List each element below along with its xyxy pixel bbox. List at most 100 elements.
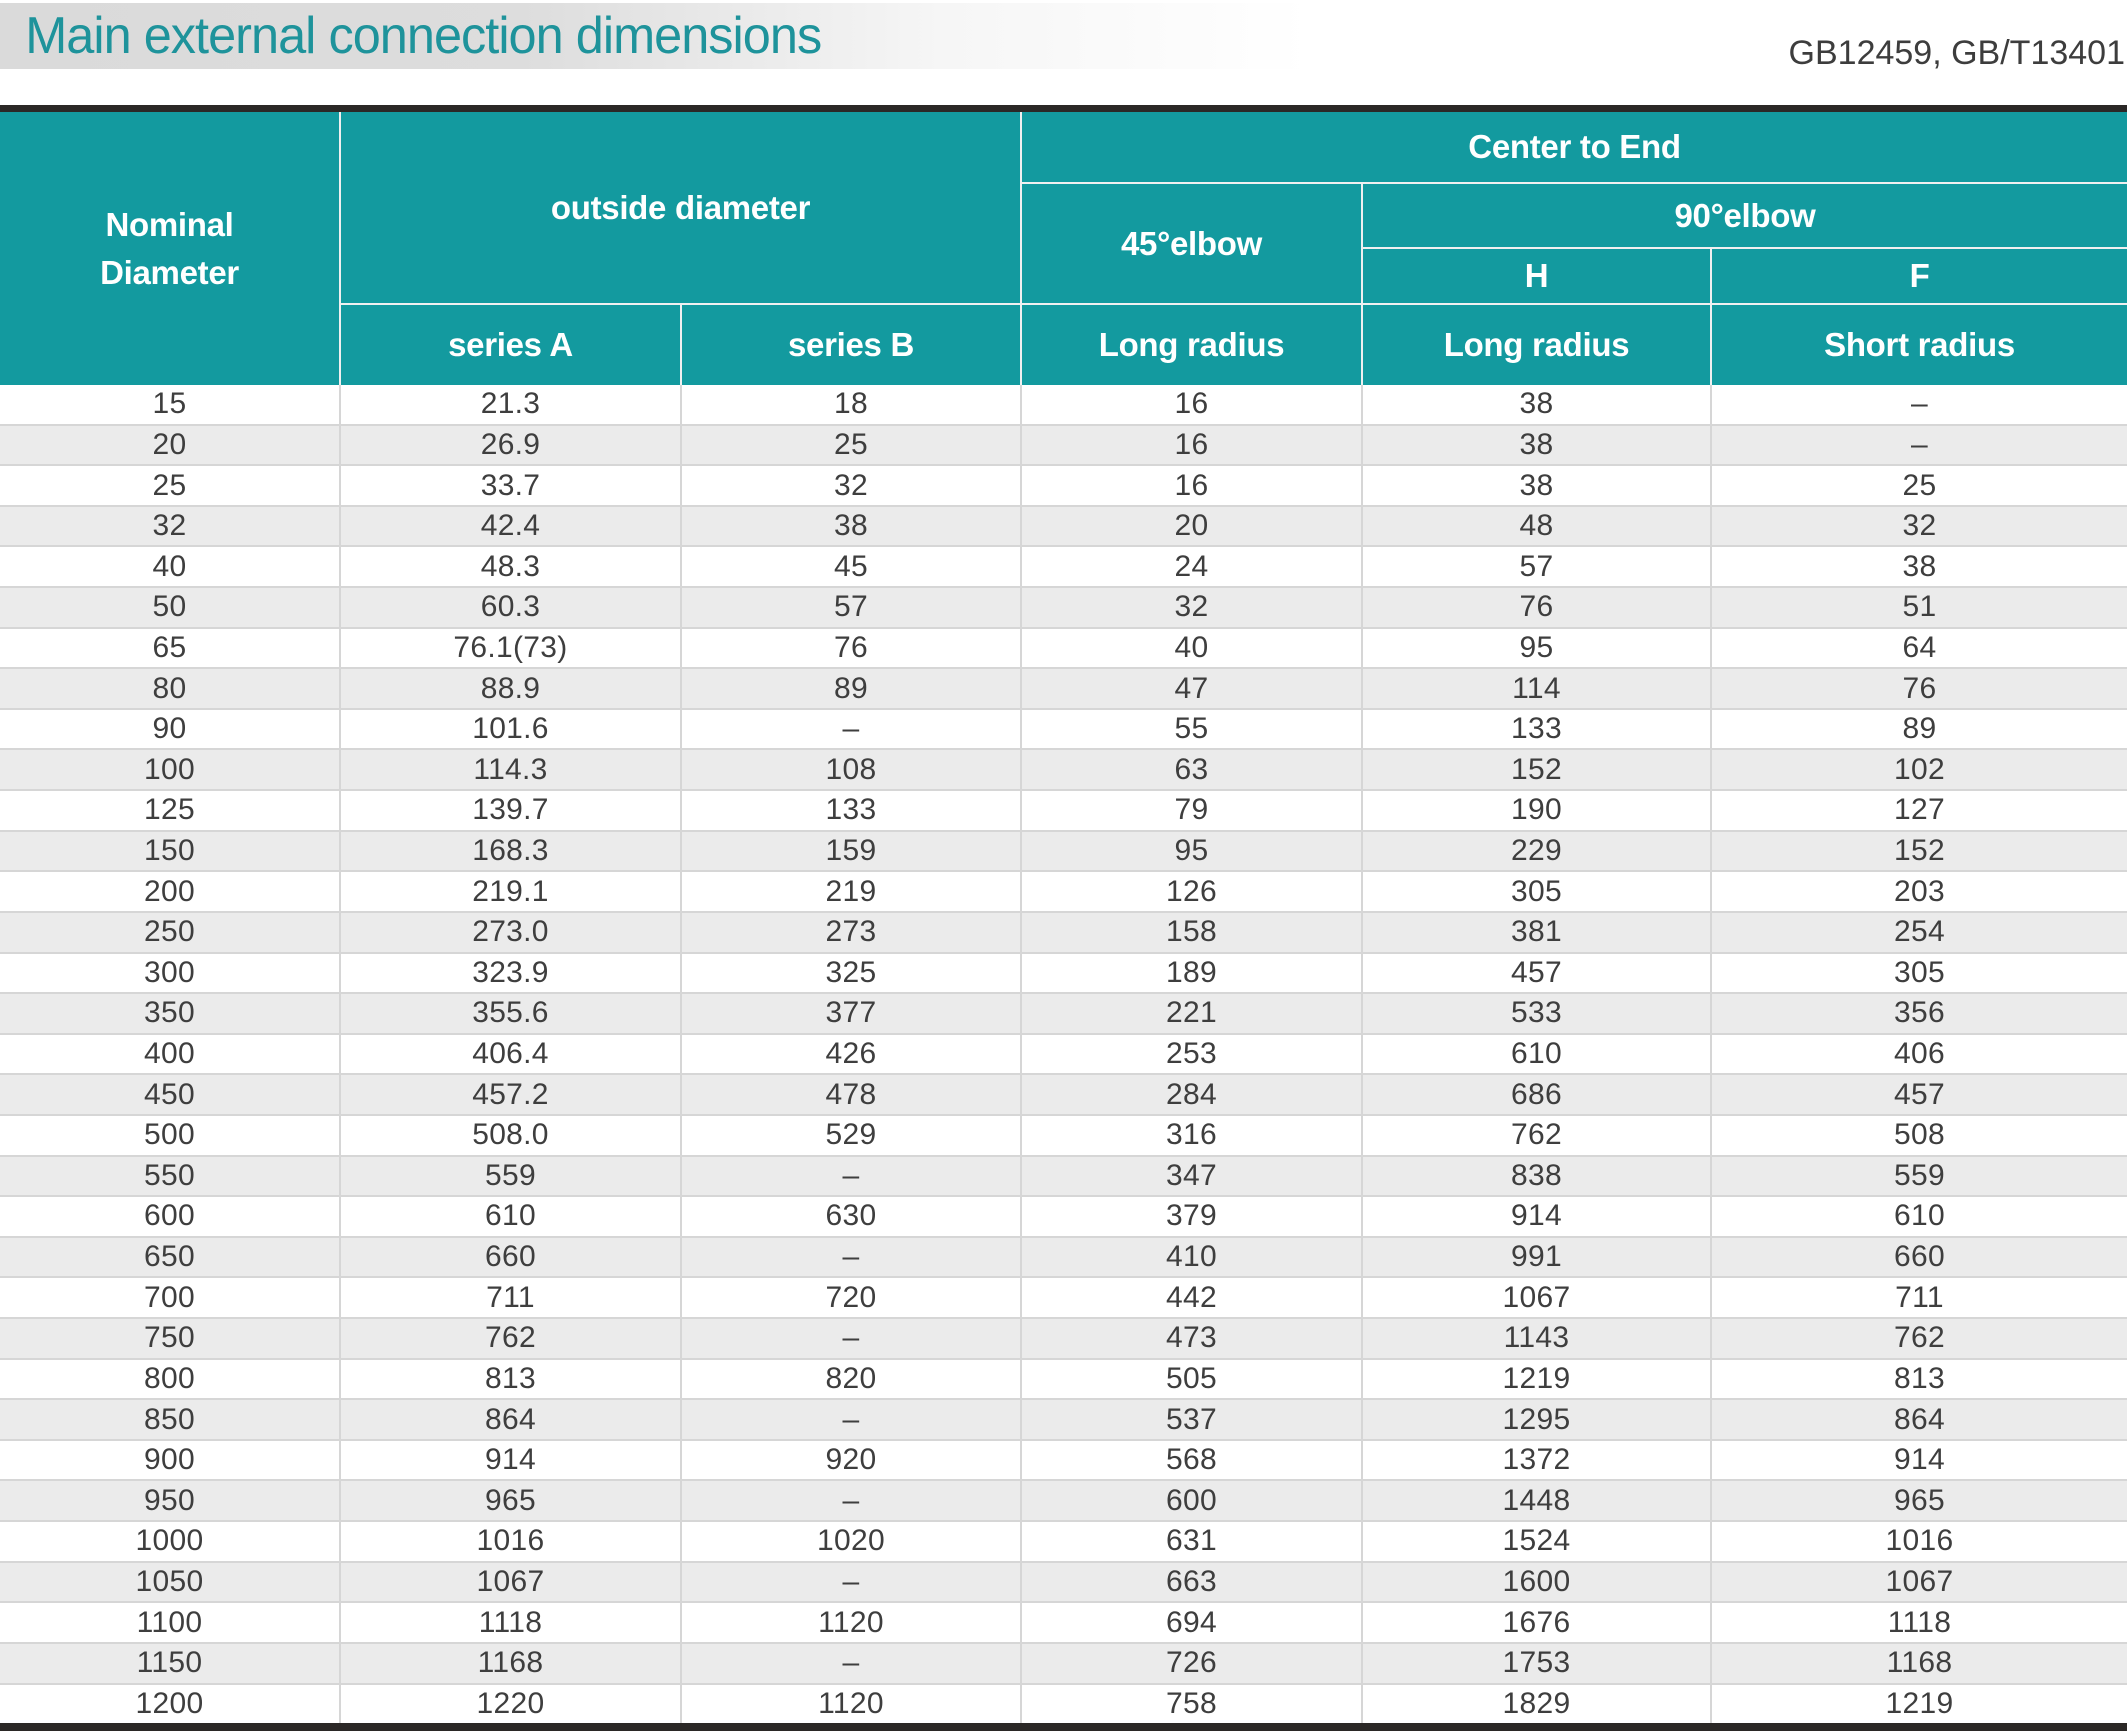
table-row: 5060.357327651 [0, 588, 2127, 629]
table-cell: 254 [1712, 913, 2127, 952]
table-cell: 559 [341, 1157, 682, 1196]
table-cell: 720 [682, 1278, 1022, 1317]
table-cell: 95 [1022, 832, 1363, 871]
table-cell: 750 [0, 1319, 341, 1358]
table-cell: 100 [0, 750, 341, 789]
table-cell: 47 [1022, 669, 1363, 708]
table-cell: 900 [0, 1441, 341, 1480]
table-cell: 965 [1712, 1481, 2127, 1520]
table-row: 250273.0273158381254 [0, 913, 2127, 954]
table-cell: 95 [1363, 629, 1712, 668]
table-cell: 24 [1022, 547, 1363, 586]
table-cell: 1020 [682, 1522, 1022, 1561]
table-cell: 40 [0, 547, 341, 586]
table-cell: 686 [1363, 1075, 1712, 1114]
table-row: 11001118112069416761118 [0, 1603, 2127, 1644]
table-cell: 114.3 [341, 750, 682, 789]
table-cell: 102 [1712, 750, 2127, 789]
table-cell: 1219 [1363, 1360, 1712, 1399]
table-row: 2533.732163825 [0, 466, 2127, 507]
table-cell: 65 [0, 629, 341, 668]
table-row: 200219.1219126305203 [0, 872, 2127, 913]
table-cell: 426 [682, 1035, 1022, 1074]
table-cell: 762 [341, 1319, 682, 1358]
table-cell: 101.6 [341, 710, 682, 749]
table-cell: 21.3 [341, 385, 682, 424]
table-cell: 1753 [1363, 1644, 1712, 1683]
table-cell: 38 [1712, 547, 2127, 586]
table-cell: 700 [0, 1278, 341, 1317]
table-cell: 1016 [1712, 1522, 2127, 1561]
table-cell: 650 [0, 1238, 341, 1277]
table-row: 12001220112075818291219 [0, 1685, 2127, 1724]
table-cell: 88.9 [341, 669, 682, 708]
table-cell: 33.7 [341, 466, 682, 505]
table-cell: 1118 [341, 1603, 682, 1642]
table-cell: 1829 [1363, 1685, 1712, 1724]
table-cell: 1067 [341, 1563, 682, 1602]
table-cell: 529 [682, 1116, 1022, 1155]
table-cell: 79 [1022, 791, 1363, 830]
table-cell: 711 [341, 1278, 682, 1317]
table-cell: 1000 [0, 1522, 341, 1561]
table-cell: 76 [1712, 669, 2127, 708]
table-cell: 400 [0, 1035, 341, 1074]
table-row: 850864–5371295864 [0, 1400, 2127, 1441]
table-cell: 1168 [1712, 1644, 2127, 1683]
table-cell: 20 [0, 426, 341, 465]
table-cell: 108 [682, 750, 1022, 789]
table-cell: 914 [1363, 1197, 1712, 1236]
table-cell: 537 [1022, 1400, 1363, 1439]
table-cell: 965 [341, 1481, 682, 1520]
table-cell: 347 [1022, 1157, 1363, 1196]
table-row: 350355.6377221533356 [0, 994, 2127, 1035]
table-cell: 457 [1363, 954, 1712, 993]
table-cell: 42.4 [341, 507, 682, 546]
table-cell: 600 [1022, 1481, 1363, 1520]
table-row: 400406.4426253610406 [0, 1035, 2127, 1076]
table-cell: 80 [0, 669, 341, 708]
table-cell: – [682, 1644, 1022, 1683]
table-cell: 508 [1712, 1116, 2127, 1155]
table-cell: 57 [682, 588, 1022, 627]
header-45-elbow: 45°elbow [1022, 184, 1363, 305]
table-cell: 152 [1712, 832, 2127, 871]
table-cell: 89 [1712, 710, 2127, 749]
table-cell: – [682, 1481, 1022, 1520]
table-cell: 38 [1363, 466, 1712, 505]
table-cell: 350 [0, 994, 341, 1033]
table-cell: 325 [682, 954, 1022, 993]
table-cell: 533 [1363, 994, 1712, 1033]
table-cell: 126 [1022, 872, 1363, 911]
table-row: 9009149205681372914 [0, 1441, 2127, 1482]
table-cell: 505 [1022, 1360, 1363, 1399]
table-row: 300323.9325189457305 [0, 954, 2127, 995]
table-cell: 406 [1712, 1035, 2127, 1074]
table-row: 8008138205051219813 [0, 1360, 2127, 1401]
table-cell: 864 [1712, 1400, 2127, 1439]
table-cell: 1100 [0, 1603, 341, 1642]
table-row: 100114.310863152102 [0, 750, 2127, 791]
table-cell: 1676 [1363, 1603, 1712, 1642]
table-cell: 508.0 [341, 1116, 682, 1155]
table-cell: 38 [1363, 426, 1712, 465]
table-row: 650660–410991660 [0, 1238, 2127, 1279]
table-row: 10501067–66316001067 [0, 1563, 2127, 1604]
table-cell: 139.7 [341, 791, 682, 830]
table-cell: 762 [1712, 1319, 2127, 1358]
table-cell: 38 [1363, 385, 1712, 424]
table-cell: 550 [0, 1157, 341, 1196]
table-cell: 305 [1712, 954, 2127, 993]
table-cell: 125 [0, 791, 341, 830]
standards-reference: GB12459, GB/T13401 [1789, 34, 2125, 73]
table-cell: 16 [1022, 426, 1363, 465]
table-cell: 229 [1363, 832, 1712, 871]
table-cell: 133 [1363, 710, 1712, 749]
table-cell: 253 [1022, 1035, 1363, 1074]
table-row: 125139.713379190127 [0, 791, 2127, 832]
table-cell: 90 [0, 710, 341, 749]
table-cell: – [682, 1400, 1022, 1439]
table-cell: 1067 [1712, 1563, 2127, 1602]
table-cell: 45 [682, 547, 1022, 586]
table-row: 950965–6001448965 [0, 1481, 2127, 1522]
